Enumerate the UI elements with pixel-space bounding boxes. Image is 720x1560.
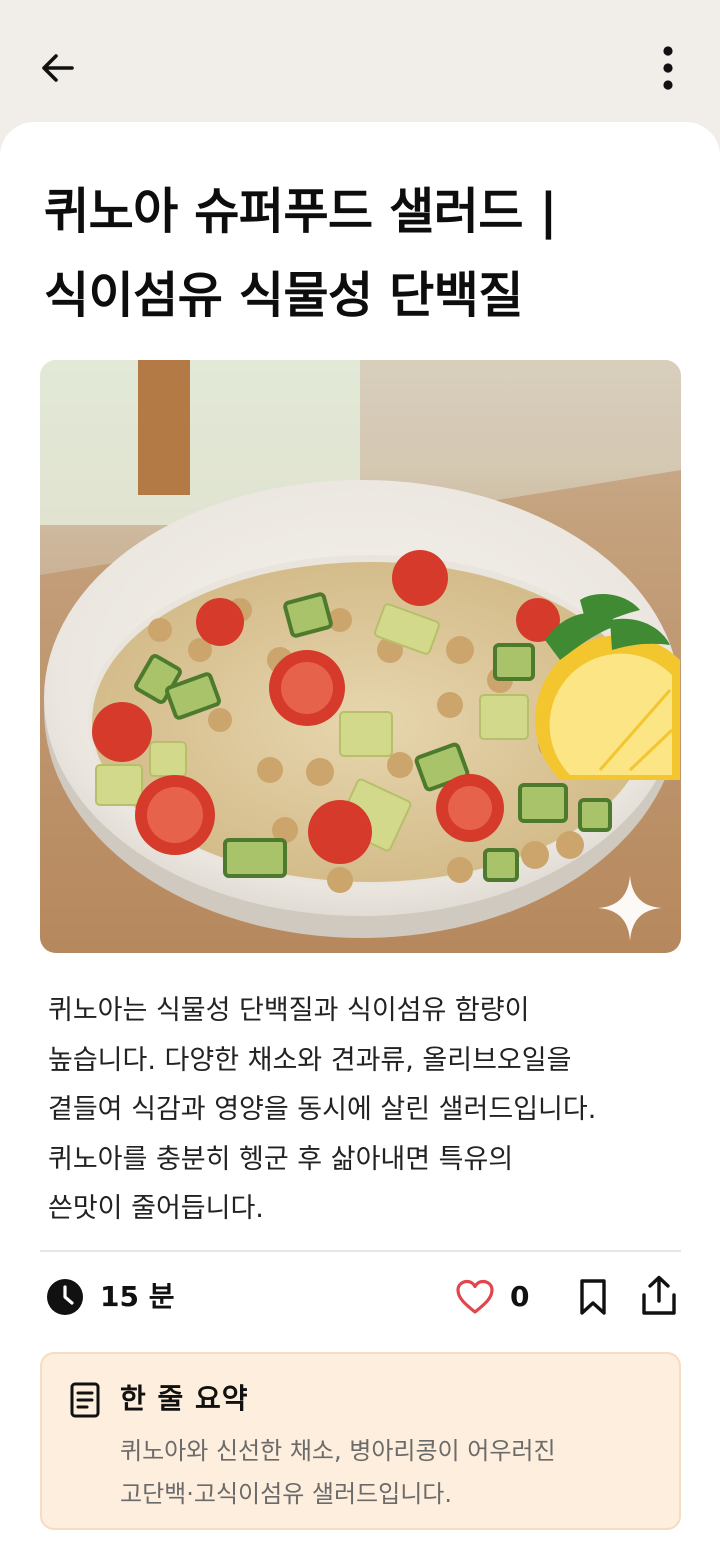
summary-text-line: 퀴노아와 신선한 채소, 병아리콩이 어우러진 bbox=[120, 1437, 556, 1465]
recipe-title-line1: 퀴노아 슈퍼푸드 샐러드 | bbox=[44, 183, 557, 240]
more-options-button[interactable] bbox=[642, 40, 694, 96]
summary-text-line: 고단백·고식이섬유 샐러드입니다. bbox=[120, 1480, 453, 1508]
heart-icon bbox=[456, 1279, 494, 1314]
recipe-description: 퀴노아는 식물성 단백질과 식이섬유 함량이 높습니다. 다양한 채소와 견과류… bbox=[48, 986, 668, 1234]
summary-title: 한 줄 요약 bbox=[120, 1382, 249, 1415]
recipe-title: 퀴노아 슈퍼푸드 샐러드 | 식이섬유 식물성 단백질 bbox=[44, 170, 684, 338]
back-button[interactable] bbox=[32, 42, 84, 94]
recipe-image bbox=[40, 360, 681, 953]
description-line: 퀴노아를 충분히 헹군 후 삶아내면 특유의 bbox=[48, 1143, 514, 1175]
more-vertical-icon bbox=[663, 46, 673, 90]
cook-time: 15 분 bbox=[100, 1280, 175, 1313]
top-app-bar bbox=[0, 0, 720, 122]
document-icon bbox=[70, 1382, 100, 1418]
recipe-title-line2: 식이섬유 식물성 단백질 bbox=[44, 267, 523, 324]
description-line: 퀴노아는 식물성 단백질과 식이섬유 함량이 bbox=[48, 995, 530, 1026]
bookmark-button[interactable] bbox=[570, 1274, 616, 1320]
share-button[interactable] bbox=[636, 1272, 682, 1320]
summary-text: 퀴노아와 신선한 채소, 병아리콩이 어우러진 고단백·고식이섬유 샐러드입니다… bbox=[120, 1430, 660, 1516]
bookmark-icon bbox=[580, 1279, 606, 1315]
description-line: 쓴맛이 줄어듭니다. bbox=[48, 1193, 264, 1224]
arrow-left-icon bbox=[42, 54, 74, 82]
summary-card: 한 줄 요약 퀴노아와 신선한 채소, 병아리콩이 어우러진 고단백·고식이섬유… bbox=[40, 1352, 681, 1530]
like-count: 0 bbox=[510, 1280, 530, 1313]
description-line: 곁들여 식감과 영양을 동시에 살린 샐러드입니다. bbox=[48, 1094, 597, 1125]
clock-icon bbox=[47, 1279, 83, 1315]
share-icon bbox=[642, 1275, 676, 1315]
description-line: 높습니다. 다양한 채소와 견과류, 올리브오일을 bbox=[48, 1044, 572, 1076]
divider bbox=[40, 1250, 681, 1252]
recipe-meta-row: 15 분 0 bbox=[40, 1266, 681, 1328]
like-button[interactable] bbox=[452, 1274, 498, 1320]
